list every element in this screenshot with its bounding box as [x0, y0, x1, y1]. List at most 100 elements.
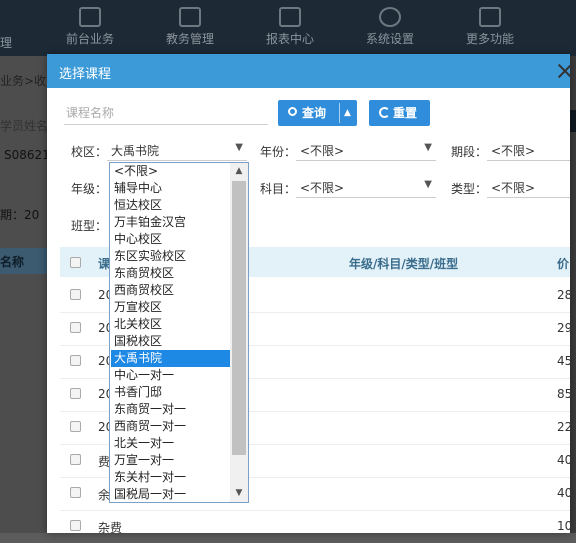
dialog-header: 选择课程 — [47, 54, 570, 88]
campus-option[interactable]: 万宣一对一 — [111, 452, 233, 469]
campus-option[interactable]: 中心校区 — [111, 231, 233, 248]
campus-option[interactable]: 北关一对一 — [111, 435, 233, 452]
student-search-hint[interactable]: 学员姓名 — [0, 117, 48, 134]
period-text: 期：20 — [0, 208, 40, 222]
row-checkbox[interactable] — [70, 289, 81, 300]
campus-option[interactable]: 东区实验校区 — [111, 248, 233, 265]
chevron-down-icon: ▼ — [424, 179, 432, 190]
campus-option[interactable]: 西商贸校区 — [111, 282, 233, 299]
campus-option[interactable]: 恒达校区 — [111, 197, 233, 214]
campus-option[interactable]: 国税校区 — [111, 333, 233, 350]
row-checkbox[interactable] — [70, 322, 81, 333]
chevron-up-icon[interactable]: ▲ — [344, 100, 351, 126]
background-edge-dark — [570, 110, 576, 132]
nav-item-label: 前台业务 — [65, 32, 114, 46]
campus-option[interactable]: 西商贸一对一 — [111, 418, 233, 435]
year-select-value: <不限> — [300, 144, 345, 158]
row-checkbox[interactable] — [70, 454, 81, 465]
grid-icon — [479, 7, 501, 27]
campus-option[interactable]: 万丰铂金汉宫 — [111, 214, 233, 231]
row-checkbox[interactable] — [70, 355, 81, 366]
chart-icon — [279, 7, 301, 27]
campus-label: 校区： — [71, 145, 108, 159]
subject-label: 科目： — [260, 182, 297, 196]
nav-item-more[interactable]: 更多功能 — [458, 0, 522, 56]
price-cell: 85 — [557, 387, 573, 401]
campus-option[interactable]: 东商贸一对一 — [111, 401, 233, 418]
nav-item-partial[interactable]: 理 — [0, 0, 20, 56]
campus-option-selected[interactable]: 大禹书院 — [111, 350, 233, 367]
year-label: 年份： — [260, 145, 297, 159]
nav-item-label: 理 — [0, 36, 13, 50]
background-table-header: 名称 — [0, 248, 50, 274]
scroll-down-icon[interactable]: ▼ — [230, 485, 248, 502]
row-checkbox[interactable] — [70, 487, 81, 498]
campus-option[interactable]: 东商贸校区 — [111, 265, 233, 282]
nav-item-front-desk[interactable]: 前台业务 — [58, 0, 122, 56]
column-header-price: 价 — [557, 257, 570, 271]
campus-option[interactable]: 万宣校区 — [111, 299, 233, 316]
period-select[interactable]: <不限> — [487, 140, 570, 161]
class-type-label: 班型： — [71, 219, 108, 233]
dialog-title: 选择课程 — [59, 67, 112, 82]
period-label: 期段： — [451, 145, 488, 159]
chevron-down-icon: ▼ — [424, 142, 432, 153]
button-divider — [339, 103, 340, 123]
nav-item-label: 教务管理 — [165, 32, 214, 46]
row-checkbox[interactable] — [70, 421, 81, 432]
query-button[interactable]: 查询 ▲ — [278, 100, 357, 126]
search-icon — [288, 107, 297, 116]
type-select[interactable]: <不限> — [487, 177, 570, 198]
nav-item-label: 更多功能 — [465, 32, 514, 46]
type-select-value: <不限> — [491, 181, 536, 195]
select-all-checkbox[interactable] — [70, 257, 81, 268]
nav-item-label: 系统设置 — [365, 32, 414, 46]
subject-select-value: <不限> — [300, 181, 345, 195]
campus-option[interactable]: <不限> — [111, 163, 233, 180]
campus-option[interactable]: 辅导中心 — [111, 180, 233, 197]
reset-button-label: 重置 — [393, 106, 418, 120]
campus-option[interactable]: 东关村一对一 — [111, 469, 233, 486]
price-cell: 28 — [557, 288, 573, 302]
close-icon[interactable] — [554, 60, 576, 82]
subject-select[interactable]: <不限> ▼ — [296, 177, 436, 198]
campus-select[interactable]: 大禹书院 ▼ — [107, 140, 247, 161]
row-checkbox[interactable] — [70, 388, 81, 399]
price-cell: 40 — [557, 486, 573, 500]
course-cell: 杂费 — [98, 521, 123, 535]
price-cell: 10 — [557, 519, 573, 533]
student-code: S08621 — [4, 148, 50, 162]
course-name-search-input[interactable] — [64, 102, 268, 125]
campus-select-value: 大禹书院 — [111, 144, 160, 158]
year-select[interactable]: <不限> ▼ — [296, 140, 436, 161]
price-cell: 45 — [557, 354, 573, 368]
scrollbar-thumb[interactable] — [232, 181, 246, 455]
gear-icon — [379, 7, 401, 27]
query-button-label: 查询 — [302, 106, 327, 120]
nav-item-settings[interactable]: 系统设置 — [358, 0, 422, 56]
price-cell: 29 — [557, 321, 573, 335]
price-cell: 40 — [557, 453, 573, 467]
nav-item-reports[interactable]: 报表中心 — [258, 0, 322, 56]
chevron-down-icon: ▼ — [235, 142, 243, 153]
top-navigation: 理 前台业务 教务管理 报表中心 系统设置 更多功能 — [0, 0, 576, 56]
campus-option[interactable]: 中心一对一 — [111, 367, 233, 384]
price-cell: 22 — [557, 420, 573, 434]
reset-button[interactable]: 重置 — [369, 100, 430, 126]
nav-item-label: 报表中心 — [265, 32, 314, 46]
nav-item-academic[interactable]: 教务管理 — [158, 0, 222, 56]
scroll-up-icon[interactable]: ▲ — [230, 163, 248, 180]
column-header-grade-subject: 年级/科目/类型/班型 — [349, 257, 459, 271]
period-select-value: <不限> — [491, 144, 536, 158]
type-label: 类型： — [451, 182, 488, 196]
campus-option[interactable]: 北关校区 — [111, 316, 233, 333]
breadcrumb: 业务>收 — [0, 74, 47, 88]
dropdown-scrollbar[interactable]: ▲ ▼ — [230, 163, 248, 502]
archive-icon — [179, 7, 201, 27]
campus-option[interactable]: 书香门邸 — [111, 384, 233, 401]
campus-option[interactable]: 国税局一对一 — [111, 486, 233, 502]
grade-label: 年级： — [71, 182, 108, 196]
campus-dropdown-list[interactable]: <不限> 辅导中心 恒达校区 万丰铂金汉宫 中心校区 东区实验校区 东商贸校区 … — [109, 162, 249, 503]
row-checkbox[interactable] — [70, 520, 81, 531]
table-row[interactable]: 杂费 10 — [60, 510, 573, 543]
